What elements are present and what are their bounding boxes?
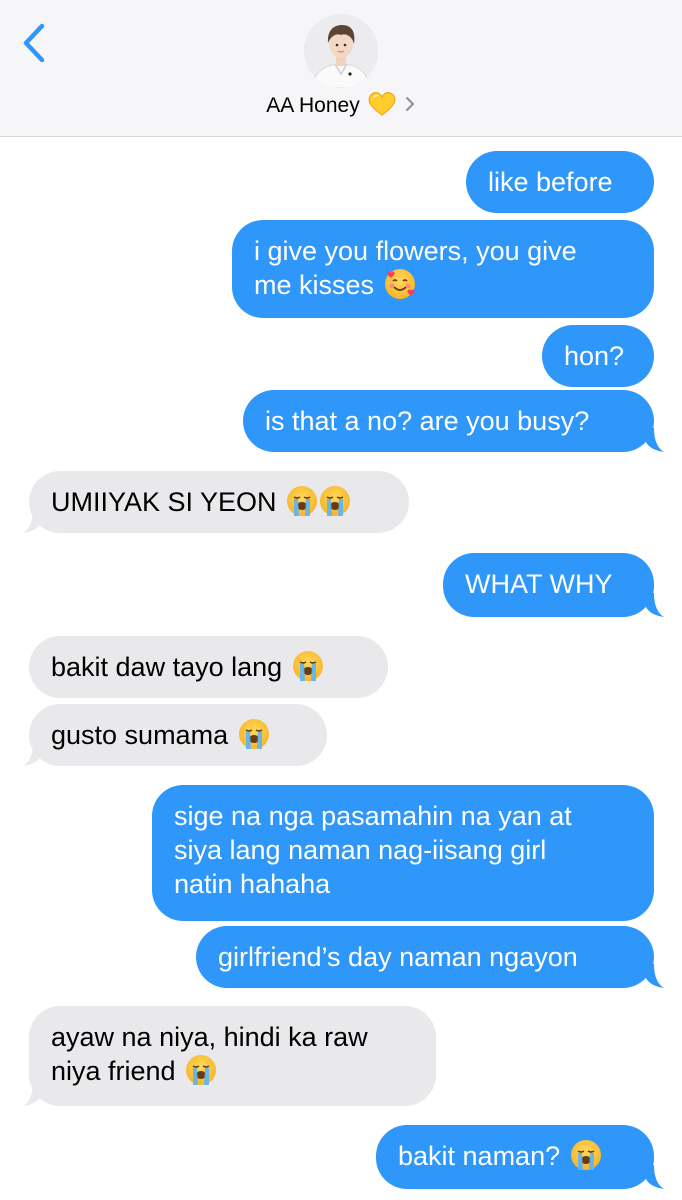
loudly-crying-face-icon xyxy=(238,719,269,749)
bubble-tail xyxy=(23,509,41,533)
received-message[interactable]: bakit daw tayo lang xyxy=(29,636,388,698)
sent-message[interactable]: girlfriend’s day naman ngayon xyxy=(196,926,654,988)
bubble-tail xyxy=(23,742,41,766)
sent-message[interactable]: bakit naman? xyxy=(376,1125,654,1189)
sent-message[interactable]: sige na nga pasamahin na yan at siya lan… xyxy=(152,785,654,921)
sent-message[interactable]: WHAT WHY xyxy=(443,553,654,617)
loudly-crying-face-icon xyxy=(186,1055,217,1085)
received-message[interactable]: gusto sumama xyxy=(29,704,327,766)
received-message[interactable]: UMIIYAK SI YEON xyxy=(29,471,409,533)
bubble-tail xyxy=(646,428,664,452)
sent-message[interactable]: like before xyxy=(466,151,654,213)
received-message[interactable]: ayaw na niya, hindi ka raw niya friend xyxy=(29,1006,436,1106)
sent-message[interactable]: hon? xyxy=(542,325,654,387)
sent-message[interactable]: is that a no? are you busy? xyxy=(243,390,654,452)
message-thread: like before i give you flowers, you give… xyxy=(0,0,682,1200)
loudly-crying-face-icon xyxy=(287,486,318,516)
smiling-face-with-hearts-icon xyxy=(384,269,415,299)
loudly-crying-face-icon xyxy=(570,1140,601,1170)
bubble-tail xyxy=(646,593,664,617)
bubble-tail xyxy=(23,1082,41,1106)
loudly-crying-face-icon xyxy=(320,486,351,516)
loudly-crying-face-icon xyxy=(292,651,323,681)
bubble-tail xyxy=(646,964,664,988)
sent-message[interactable]: i give you flowers, you give me kisses xyxy=(232,220,654,318)
bubble-tail xyxy=(646,1165,664,1189)
